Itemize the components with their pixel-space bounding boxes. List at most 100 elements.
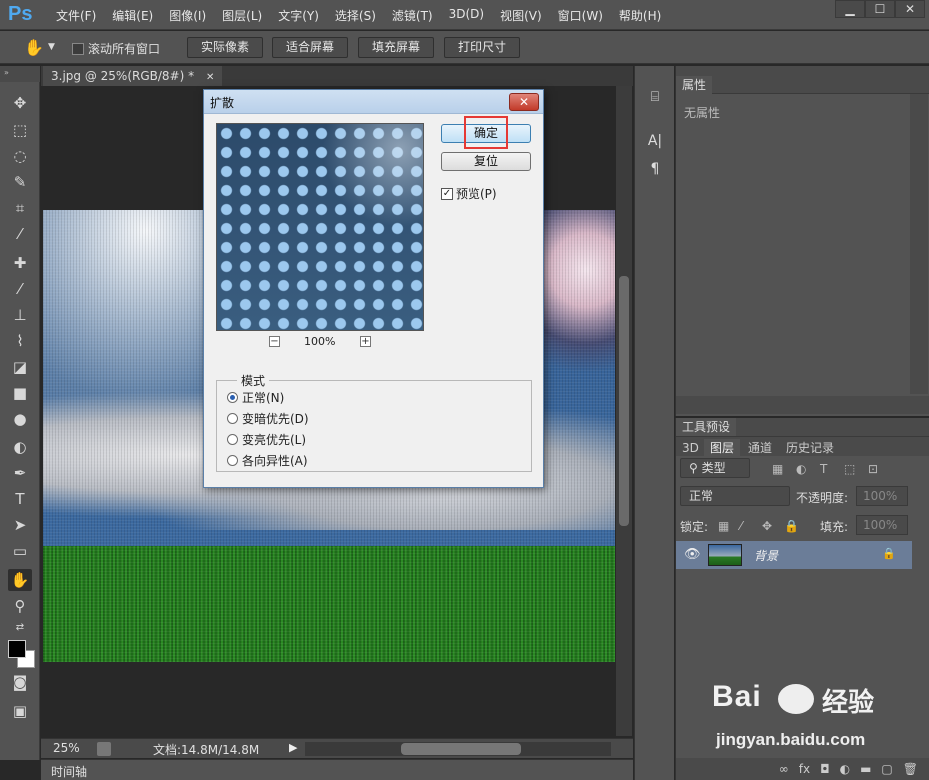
horizontal-scrollbar[interactable] (305, 742, 611, 756)
screen-mode-icon[interactable]: ▣ (8, 700, 32, 722)
preview-option[interactable]: ✓ 预览(P) (441, 185, 497, 202)
properties-tab[interactable]: 属性 (676, 76, 713, 94)
adjustment-layer-icon[interactable]: ◐ (840, 762, 850, 776)
blur-tool-icon[interactable]: ● (8, 408, 32, 430)
tab-layers[interactable]: 图层 (704, 439, 741, 457)
properties-scrollbar[interactable] (910, 94, 928, 394)
horizontal-scroll-thumb[interactable] (401, 743, 521, 755)
menu-file[interactable]: 文件(F) (48, 7, 104, 24)
filter-adjustment-icon[interactable]: ◐ (796, 462, 806, 476)
document-tab[interactable]: 3.jpg @ 25%(RGB/8#) * ✕ (43, 66, 223, 86)
move-tool-icon[interactable]: ✥ (8, 92, 32, 114)
crop-tool-icon[interactable]: ⌗ (8, 197, 32, 219)
eyedropper-tool-icon[interactable]: ⁄ (8, 223, 32, 245)
hand-tool-icon[interactable]: ✋ (8, 569, 32, 591)
ok-button[interactable]: 确定 (441, 124, 531, 143)
brush-tool-icon[interactable]: ⁄ (8, 278, 32, 300)
opacity-input[interactable]: 100% (856, 486, 908, 506)
mode-normal-radio[interactable] (227, 392, 238, 403)
tab-history[interactable]: 历史记录 (780, 439, 840, 457)
add-mask-icon[interactable]: ◘ (820, 762, 830, 776)
toolbar-collapse-icon[interactable]: » (0, 66, 40, 82)
history-brush-tool-icon[interactable]: ⌇ (8, 330, 32, 352)
link-layers-icon[interactable]: ∞ (779, 762, 789, 776)
preview-zoom-in-button[interactable]: + (360, 336, 371, 347)
dodge-tool-icon[interactable]: ◐ (8, 436, 32, 458)
mode-anisotropic-radio[interactable] (227, 455, 238, 466)
dialog-title-bar[interactable]: 扩散 ✕ (204, 90, 543, 114)
menu-window[interactable]: 窗口(W) (550, 7, 611, 24)
visibility-eye-icon[interactable]: 👁 (684, 547, 701, 562)
history-panel-icon[interactable]: ⌸ (643, 86, 667, 108)
delete-layer-icon[interactable]: 🗑 (903, 762, 918, 776)
filter-preview[interactable] (216, 123, 424, 331)
lock-all-icon[interactable]: 🔒 (784, 519, 799, 533)
maximize-button[interactable]: ☐ (865, 0, 895, 18)
path-select-tool-icon[interactable]: ➤ (8, 514, 32, 536)
clone-stamp-tool-icon[interactable]: ⊥ (8, 304, 32, 326)
mode-anisotropic-option[interactable]: 各向异性(A) (227, 452, 308, 469)
reset-button[interactable]: 复位 (441, 152, 531, 171)
minimize-button[interactable]: ▁ (835, 0, 865, 18)
mode-lighten-radio[interactable] (227, 434, 238, 445)
menu-3d[interactable]: 3D(D) (441, 7, 492, 24)
pen-tool-icon[interactable]: ✒ (8, 462, 32, 484)
menu-help[interactable]: 帮助(H) (611, 7, 669, 24)
scroll-all-checkbox[interactable] (72, 42, 84, 55)
tool-presets-tab[interactable]: 工具预设 (676, 418, 737, 436)
menu-select[interactable]: 选择(S) (327, 7, 384, 24)
lock-position-icon[interactable]: ✥ (762, 519, 772, 533)
filter-type-icon[interactable]: T (820, 462, 827, 476)
filter-smart-object-icon[interactable]: ⊡ (868, 462, 878, 476)
fill-input[interactable]: 100% (856, 515, 908, 535)
mode-normal-option[interactable]: 正常(N) (227, 389, 284, 406)
close-window-button[interactable]: ✕ (895, 0, 925, 18)
hand-tool-icon[interactable]: ✋ (24, 38, 44, 57)
healing-brush-tool-icon[interactable]: ✚ (8, 252, 32, 274)
quick-mask-icon[interactable]: ◙ (8, 671, 32, 693)
timeline-tab[interactable]: 时间轴 (51, 763, 87, 780)
actual-pixels-button[interactable]: 实际像素 (187, 37, 263, 58)
vertical-scrollbar[interactable] (616, 86, 632, 736)
menu-image[interactable]: 图像(I) (161, 7, 214, 24)
rectangle-tool-icon[interactable]: ▭ (8, 540, 32, 562)
filter-shape-icon[interactable]: ⬚ (844, 462, 855, 476)
filter-pixel-icon[interactable]: ▦ (772, 462, 783, 476)
vertical-scroll-thumb[interactable] (619, 276, 629, 526)
lasso-tool-icon[interactable]: ◌ (8, 145, 32, 167)
foreground-color-swatch[interactable] (8, 640, 26, 658)
blend-mode-select[interactable]: 正常 (680, 486, 790, 506)
preview-checkbox[interactable]: ✓ (441, 187, 453, 200)
menu-filter[interactable]: 滤镜(T) (384, 7, 441, 24)
status-info-icon[interactable] (97, 742, 111, 756)
type-tool-icon[interactable]: T (8, 488, 32, 510)
menu-type[interactable]: 文字(Y) (270, 7, 327, 24)
tab-3d[interactable]: 3D (676, 439, 705, 457)
layer-style-icon[interactable]: fx (799, 762, 810, 776)
new-group-icon[interactable]: ▬ (860, 762, 871, 776)
zoom-status[interactable]: 25% (53, 741, 80, 755)
close-tab-icon[interactable]: ✕ (206, 72, 214, 83)
dialog-close-button[interactable]: ✕ (509, 93, 539, 111)
status-menu-arrow-icon[interactable]: ▶ (289, 741, 297, 754)
tool-preset-arrow-icon[interactable]: ▼ (48, 42, 55, 52)
lock-pixels-icon[interactable]: ⁄ (740, 519, 742, 533)
menu-layer[interactable]: 图层(L) (214, 7, 270, 24)
print-size-button[interactable]: 打印尺寸 (444, 37, 520, 58)
lock-transparent-icon[interactable]: ▦ (718, 519, 729, 533)
mode-darken-option[interactable]: 变暗优先(D) (227, 410, 309, 427)
mode-lighten-option[interactable]: 变亮优先(L) (227, 431, 306, 448)
character-panel-icon[interactable]: A| (643, 130, 667, 152)
gradient-tool-icon[interactable]: ■ (8, 382, 32, 404)
menu-edit[interactable]: 编辑(E) (104, 7, 161, 24)
tab-channels[interactable]: 通道 (742, 439, 778, 457)
layer-kind-filter[interactable]: ⚲ 类型 (680, 458, 750, 478)
eraser-tool-icon[interactable]: ◪ (8, 356, 32, 378)
paragraph-panel-icon[interactable]: ¶ (643, 158, 667, 180)
layer-row-background[interactable]: 👁 背景 🔒 (676, 541, 912, 569)
fill-screen-button[interactable]: 填充屏幕 (358, 37, 434, 58)
preview-zoom-out-button[interactable]: − (269, 336, 280, 347)
swap-colors-icon[interactable]: ⇄ (8, 617, 32, 639)
marquee-tool-icon[interactable]: ⬚ (8, 119, 32, 141)
zoom-tool-icon[interactable]: ⚲ (8, 595, 32, 617)
